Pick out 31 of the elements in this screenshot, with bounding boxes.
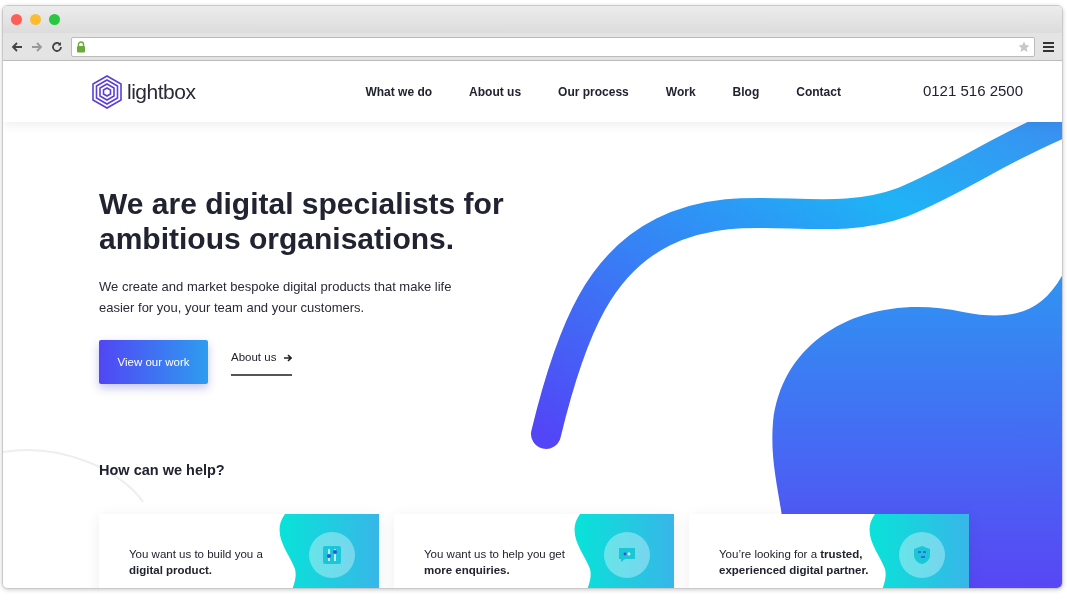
- hero-heading: We are digital specialists for ambitious organisations.: [99, 186, 505, 257]
- about-us-link[interactable]: About us: [231, 349, 293, 376]
- close-window-button[interactable]: [11, 14, 22, 25]
- nav-link[interactable]: Our process: [558, 82, 629, 101]
- nav-link[interactable]: Work: [665, 82, 696, 101]
- back-icon[interactable]: [11, 40, 23, 53]
- nav-link[interactable]: Blog: [732, 82, 760, 101]
- hexagon-logo-icon: [91, 74, 123, 109]
- menu-icon[interactable]: [1043, 41, 1054, 52]
- card-text: You’re looking for a trusted, experienced digital partner.: [718, 546, 870, 579]
- maximize-window-button[interactable]: [49, 14, 60, 25]
- service-card[interactable]: You’re looking for a trusted, experienced digital partner.: [689, 513, 969, 588]
- nav-link[interactable]: Contact: [796, 82, 841, 101]
- nav-link[interactable]: About us: [469, 82, 522, 101]
- star-icon[interactable]: [1018, 40, 1030, 53]
- hero-text: We create and market bespoke digital products that make life easier for you, your team and your customers.: [99, 277, 453, 317]
- address-bar[interactable]: [71, 36, 1035, 57]
- arrow-right-icon: [284, 353, 293, 362]
- nav-link[interactable]: What we do: [365, 82, 433, 101]
- phone-number: 0121 516 2500: [922, 81, 1023, 102]
- service-card[interactable]: You want us to build you a digital product.: [99, 513, 379, 588]
- service-card[interactable]: You want us to help you get more enquiries.: [394, 513, 674, 588]
- minimize-window-button[interactable]: [30, 14, 41, 25]
- card-text: You want us to help you get more enquiries.: [423, 546, 566, 579]
- card-text: You want us to build you a digital product.: [128, 546, 264, 579]
- forward-icon[interactable]: [31, 40, 43, 53]
- reload-icon[interactable]: [51, 40, 63, 53]
- logo-text[interactable]: lightbox: [127, 75, 196, 108]
- shield-badge-icon: [912, 544, 932, 565]
- view-work-button[interactable]: View our work: [99, 340, 208, 385]
- section-heading: How can we help?: [99, 462, 226, 480]
